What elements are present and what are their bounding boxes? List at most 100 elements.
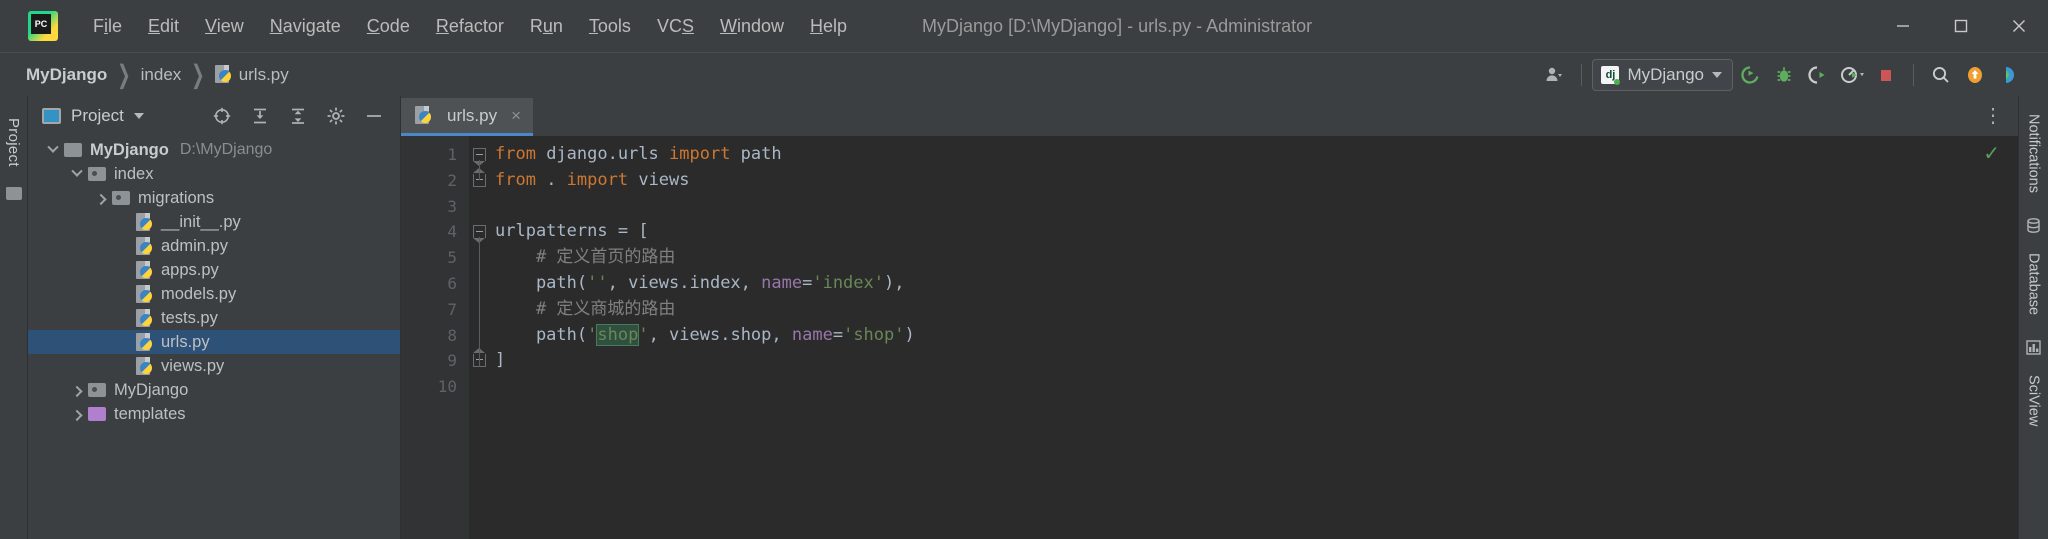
tree-item-templates[interactable]: templates bbox=[28, 402, 400, 426]
menu-item-refactor[interactable]: Refactor bbox=[423, 12, 517, 41]
menu-item-navigate[interactable]: Navigate bbox=[257, 12, 354, 41]
tree-item-label: templates bbox=[114, 404, 186, 423]
inspection-status-ok-icon[interactable]: ✓ bbox=[1983, 144, 2000, 164]
breadcrumb-item-mydjango[interactable]: MyDjango bbox=[20, 63, 113, 87]
line-number: 5 bbox=[447, 248, 457, 268]
run-configuration-selector[interactable]: dj MyDjango bbox=[1592, 59, 1733, 91]
tree-item-urls-py[interactable]: urls.py bbox=[28, 330, 400, 354]
code-token: path( bbox=[495, 272, 588, 293]
code-line: path('shop', views.shop, name='shop') bbox=[491, 323, 2018, 349]
tree-item-views-py[interactable]: views.py bbox=[28, 354, 400, 378]
breadcrumb-item-urls-py[interactable]: urls.py bbox=[209, 63, 295, 87]
fold-row bbox=[469, 297, 491, 323]
code-token: ' bbox=[638, 324, 649, 345]
code-content[interactable]: from django.urls import path from . impor… bbox=[491, 136, 2018, 539]
locate-file-button[interactable] bbox=[208, 102, 236, 130]
sidebar-item-database[interactable]: Database bbox=[2026, 245, 2042, 323]
toolbar-divider-2 bbox=[1913, 64, 1914, 86]
menu-item-tools[interactable]: Tools bbox=[576, 12, 644, 41]
code-folding-gutter[interactable] bbox=[469, 136, 491, 539]
gear-icon[interactable] bbox=[322, 102, 350, 130]
tree-item-mydjango[interactable]: MyDjango D:\MyDjango bbox=[28, 138, 400, 162]
close-icon[interactable]: × bbox=[511, 106, 521, 126]
editor-tab-label: urls.py bbox=[447, 105, 498, 125]
run-coverage-button[interactable] bbox=[1801, 58, 1835, 92]
code-line: path('', views.index, name='index'), bbox=[491, 271, 2018, 297]
profile-button[interactable] bbox=[1835, 58, 1869, 92]
code-line: # 定义商城的路由 bbox=[491, 297, 2018, 323]
python-file-icon bbox=[136, 284, 153, 304]
code-token: name bbox=[761, 272, 803, 293]
line-number: 3 bbox=[447, 196, 457, 216]
tree-item-tests-py[interactable]: tests.py bbox=[28, 306, 400, 330]
chevron-right-icon[interactable] bbox=[66, 409, 88, 422]
menu-item-run[interactable]: Run bbox=[517, 12, 576, 41]
code-token: ] bbox=[495, 350, 506, 371]
menu-item-window[interactable]: Window bbox=[707, 12, 797, 41]
tree-item-label: views.py bbox=[161, 356, 225, 375]
menu-item-help[interactable]: Help bbox=[797, 12, 860, 41]
tree-item-label: migrations bbox=[138, 188, 215, 207]
code-token: shop bbox=[596, 323, 640, 346]
sidebar-item-sciview[interactable]: SciView bbox=[2026, 367, 2042, 434]
sciview-icon[interactable] bbox=[2025, 339, 2042, 361]
editor-tab-urls-py[interactable]: urls.py × bbox=[401, 98, 534, 136]
update-project-button[interactable] bbox=[1958, 58, 1992, 92]
more-options-icon: ⋮ bbox=[1983, 105, 2004, 127]
code-token: [ bbox=[638, 221, 649, 242]
breadcrumb-separator: ❯ bbox=[117, 61, 131, 89]
sidebar-item-notifications[interactable]: Notifications bbox=[2026, 106, 2042, 201]
folder-icon[interactable] bbox=[5, 186, 22, 200]
line-number: 10 bbox=[437, 377, 457, 397]
menu-item-file[interactable]: File bbox=[80, 12, 135, 41]
chevron-down-icon[interactable] bbox=[42, 141, 64, 154]
hide-panel-button[interactable] bbox=[360, 102, 388, 130]
code-line: from django.urls import path bbox=[491, 142, 2018, 168]
editor-options-button[interactable]: ⋮ bbox=[1983, 96, 2004, 136]
main-body: Project Project MyDjango D:\MyDjango ind… bbox=[0, 96, 2048, 539]
ide-feature-button[interactable] bbox=[1992, 58, 2026, 92]
tree-item-__init__-py[interactable]: __init__.py bbox=[28, 210, 400, 234]
collapse-all-button[interactable] bbox=[284, 102, 312, 130]
chevron-right-icon[interactable] bbox=[90, 193, 112, 206]
code-token: from bbox=[495, 144, 536, 164]
code-editor[interactable]: 1 2 3 4 5 6 7 8 9 10 from django.urls import path… bbox=[401, 136, 2018, 539]
breadcrumb-separator: ❯ bbox=[191, 61, 205, 89]
maximize-button[interactable] bbox=[1932, 0, 1990, 52]
python-file-icon bbox=[136, 236, 153, 256]
python-file-icon bbox=[136, 260, 153, 280]
line-number: 6 bbox=[447, 273, 457, 293]
code-token: = bbox=[802, 272, 813, 293]
stop-button[interactable] bbox=[1869, 58, 1903, 92]
python-file-icon bbox=[136, 356, 153, 376]
menu-item-code[interactable]: Code bbox=[354, 12, 423, 41]
menu-item-edit[interactable]: Edit bbox=[135, 12, 192, 41]
expand-all-button[interactable] bbox=[246, 102, 274, 130]
tree-item-mydjango[interactable]: MyDjango bbox=[28, 378, 400, 402]
tree-item-admin-py[interactable]: admin.py bbox=[28, 234, 400, 258]
tree-item-index[interactable]: index bbox=[28, 162, 400, 186]
code-token: # 定义首页的路由 bbox=[495, 247, 676, 268]
tree-item-label: index bbox=[114, 164, 154, 183]
minimize-button[interactable] bbox=[1874, 0, 1932, 52]
fold-row bbox=[469, 374, 491, 400]
database-icon[interactable] bbox=[2025, 217, 2042, 239]
chevron-right-icon[interactable] bbox=[66, 385, 88, 398]
chevron-down-icon[interactable] bbox=[133, 113, 144, 119]
code-token: # 定义商城的路由 bbox=[495, 298, 676, 319]
debug-button[interactable] bbox=[1767, 58, 1801, 92]
tree-item-migrations[interactable]: migrations bbox=[28, 186, 400, 210]
sidebar-item-project[interactable]: Project bbox=[5, 112, 22, 173]
tree-item-apps-py[interactable]: apps.py bbox=[28, 258, 400, 282]
tree-item-models-py[interactable]: models.py bbox=[28, 282, 400, 306]
line-number: 7 bbox=[447, 299, 457, 319]
menu-item-view[interactable]: View bbox=[192, 12, 257, 41]
close-button[interactable] bbox=[1990, 0, 2048, 52]
search-everywhere-button[interactable] bbox=[1924, 58, 1958, 92]
chevron-down-icon[interactable] bbox=[66, 165, 88, 178]
breadcrumb-label: urls.py bbox=[238, 64, 289, 84]
run-button[interactable] bbox=[1733, 58, 1767, 92]
user-account-icon[interactable] bbox=[1537, 58, 1571, 92]
menu-item-vcs[interactable]: VCS bbox=[644, 12, 707, 41]
breadcrumb-item-index[interactable]: index bbox=[135, 63, 188, 87]
